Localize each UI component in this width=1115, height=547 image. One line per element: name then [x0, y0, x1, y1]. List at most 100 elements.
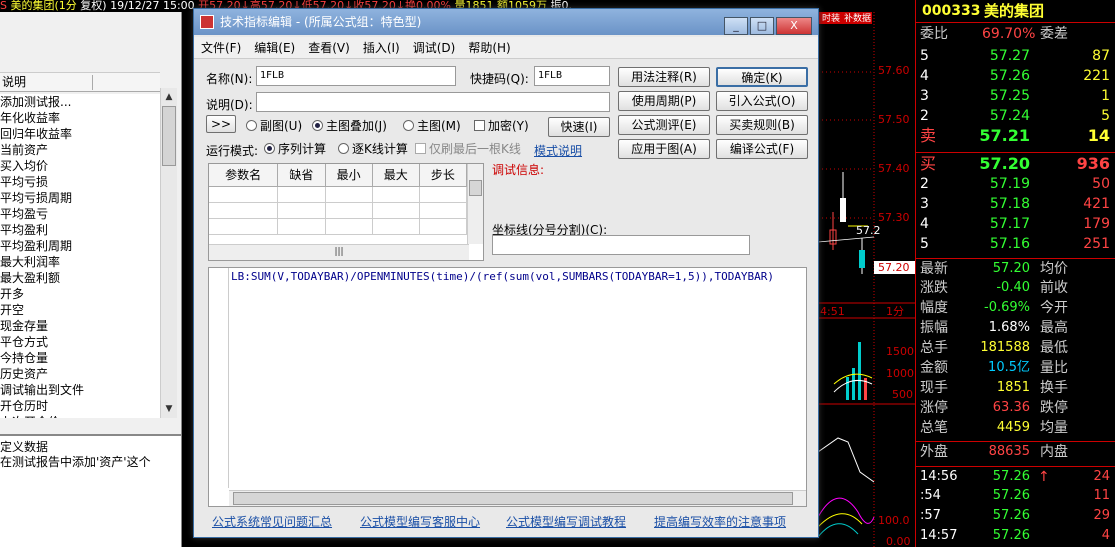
- maximize-icon[interactable]: □: [750, 17, 774, 35]
- compile-button[interactable]: 编译公式(F): [716, 139, 808, 159]
- list-item[interactable]: 今持仓量: [0, 350, 160, 366]
- use-period-button[interactable]: 使用周期(P): [618, 91, 710, 111]
- link-efficiency[interactable]: 提高编写效率的注意事项: [654, 513, 786, 530]
- code-text[interactable]: LB:SUM(V,TODAYBAR)/OPENMINUTES(time)/(re…: [231, 270, 774, 283]
- left-scrollbar[interactable]: ▲ ▼: [160, 88, 177, 418]
- param-vscroll[interactable]: [467, 164, 483, 244]
- list-item[interactable]: 平均亏损: [0, 174, 160, 190]
- radio-kline[interactable]: 逐K线计算: [338, 142, 408, 156]
- list-item[interactable]: 最大利润率: [0, 254, 160, 270]
- list-item[interactable]: 调试输出到文件: [0, 382, 160, 398]
- menu-view[interactable]: 查看(V): [301, 37, 356, 59]
- stat-value: 1.68%: [988, 320, 1030, 335]
- list-item[interactable]: 年化收益率: [0, 110, 160, 126]
- chart-top-label2: 补数据: [844, 12, 871, 24]
- tick-row: :57 57.26 29: [916, 506, 1115, 526]
- stat-value: 1851: [996, 380, 1030, 395]
- usage-note-button[interactable]: 用法注释(R): [618, 67, 710, 87]
- link-faq[interactable]: 公式系统常见问题汇总: [212, 513, 332, 530]
- import-formula-button[interactable]: 引入公式(O): [716, 91, 808, 111]
- ticker-date: 复权) 19/12/27 15:00: [80, 0, 195, 12]
- stat-row: 总笔 4459 均量: [916, 418, 1115, 438]
- link-tutorial[interactable]: 公式模型编写调试教程: [506, 513, 626, 530]
- scroll-thumb[interactable]: [162, 106, 176, 166]
- trade-rule-button[interactable]: 买卖规则(B): [716, 115, 808, 135]
- link-service[interactable]: 公式模型编写客服中心: [360, 513, 480, 530]
- menu-edit[interactable]: 编辑(E): [247, 37, 301, 59]
- menu-insert[interactable]: 插入(I): [356, 37, 406, 59]
- mode-help-link[interactable]: 模式说明: [534, 142, 582, 159]
- stat-value: 4459: [996, 420, 1030, 435]
- radio-subchart[interactable]: 副图(U): [246, 119, 302, 133]
- list-item[interactable]: 上次开仓价: [0, 414, 160, 418]
- list-item[interactable]: 历史资产: [0, 366, 160, 382]
- expand-button[interactable]: >>: [206, 115, 236, 133]
- list-item[interactable]: 最大盈利额: [0, 270, 160, 286]
- tick-time: 14:56: [920, 469, 958, 484]
- chk-encrypt[interactable]: 加密(Y): [474, 119, 529, 133]
- list-item[interactable]: 平均盈利周期: [0, 238, 160, 254]
- table-row[interactable]: [209, 202, 468, 219]
- chk-last-kline[interactable]: 仅刷最后一根K线: [415, 142, 521, 156]
- menu-file[interactable]: 文件(F): [194, 37, 247, 59]
- fast-button[interactable]: 快速(I): [548, 117, 610, 137]
- stat-label: 涨停: [920, 400, 948, 416]
- ok-button[interactable]: 确定(K): [716, 67, 808, 87]
- list-item[interactable]: 添加测试报...: [0, 94, 160, 110]
- outer-label: 外盘: [920, 444, 948, 460]
- left-description: 定义数据 在测试报告中添加'资产'这个: [0, 434, 181, 547]
- code-hscroll[interactable]: [229, 490, 806, 506]
- table-row[interactable]: [209, 186, 468, 203]
- param-hscroll[interactable]: |||: [209, 244, 469, 260]
- name-input[interactable]: 1FLB: [256, 66, 456, 86]
- desc-input[interactable]: [256, 92, 610, 112]
- left-panel: 说明 添加测试报... 年化收益率 回归年收益率 当前资产 买入均价 平均亏损 平均亏损周期…: [0, 12, 182, 547]
- dialog-titlebar[interactable]: 技术指标编辑 - (所属公式组：特色型) _ □ X: [194, 9, 818, 35]
- minimize-icon[interactable]: _: [724, 17, 748, 35]
- list-item[interactable]: 平均盈利: [0, 222, 160, 238]
- menu-debug[interactable]: 调试(D): [406, 37, 462, 59]
- buy-level: 4: [920, 216, 929, 232]
- menu-help[interactable]: 帮助(H): [461, 37, 516, 59]
- coord-input[interactable]: [492, 235, 750, 255]
- radio-sequence[interactable]: 序列计算: [264, 142, 326, 156]
- chart-area[interactable]: 时装 补数据 57.60 57.50 57.40 57.30 57.2 57.2…: [818, 12, 915, 547]
- table-row[interactable]: [209, 218, 468, 235]
- scroll-up-icon[interactable]: ▲: [162, 90, 176, 104]
- radio-main-overlay[interactable]: 主图叠加(J): [312, 119, 387, 133]
- sell-row: 4 57.26 221: [916, 66, 1115, 86]
- stat-value: -0.69%: [984, 300, 1030, 315]
- hotkey-input[interactable]: 1FLB: [534, 66, 610, 86]
- list-item[interactable]: 平仓方式: [0, 334, 160, 350]
- param-table[interactable]: 参数名 缺省 最小 最大 步长 |||: [208, 163, 484, 261]
- buy-row: 3 57.18 421: [916, 194, 1115, 214]
- radio-main[interactable]: 主图(M): [403, 119, 461, 133]
- desc-text: 在测试报告中添加'资产'这个: [0, 455, 151, 469]
- list-item[interactable]: 平均亏损周期: [0, 190, 160, 206]
- list-item[interactable]: 当前资产: [0, 142, 160, 158]
- tick-price: 57.26: [992, 469, 1030, 484]
- formula-test-button[interactable]: 公式测评(E): [618, 115, 710, 135]
- list-item[interactable]: 回归年收益率: [0, 126, 160, 142]
- list-item[interactable]: 开多: [0, 286, 160, 302]
- list-item[interactable]: 买入均价: [0, 158, 160, 174]
- list-item[interactable]: 开空: [0, 302, 160, 318]
- left-top: [0, 12, 181, 72]
- ma-line-2: [818, 236, 875, 243]
- tick-volume: 24: [1093, 469, 1110, 484]
- tick-row: 14:57 57.26 4: [916, 526, 1115, 546]
- close-icon[interactable]: X: [776, 17, 812, 35]
- code-hscroll-thumb[interactable]: [233, 492, 793, 505]
- chart-top-label: 时装: [822, 12, 840, 24]
- stat-label-2: 均价: [1040, 261, 1068, 277]
- param-vscroll-thumb[interactable]: [469, 180, 482, 196]
- list-item[interactable]: 现金存量: [0, 318, 160, 334]
- sell-level: 3: [920, 88, 929, 104]
- list-item[interactable]: 平均盈亏: [0, 206, 160, 222]
- list-item[interactable]: 开仓历时: [0, 398, 160, 414]
- code-editor[interactable]: LB:SUM(V,TODAYBAR)/OPENMINUTES(time)/(re…: [208, 267, 807, 507]
- candle-1: [840, 198, 846, 222]
- scroll-down-icon[interactable]: ▼: [162, 402, 176, 416]
- sell-price: 57.25: [989, 88, 1030, 104]
- apply-chart-button[interactable]: 应用于图(A): [618, 139, 710, 159]
